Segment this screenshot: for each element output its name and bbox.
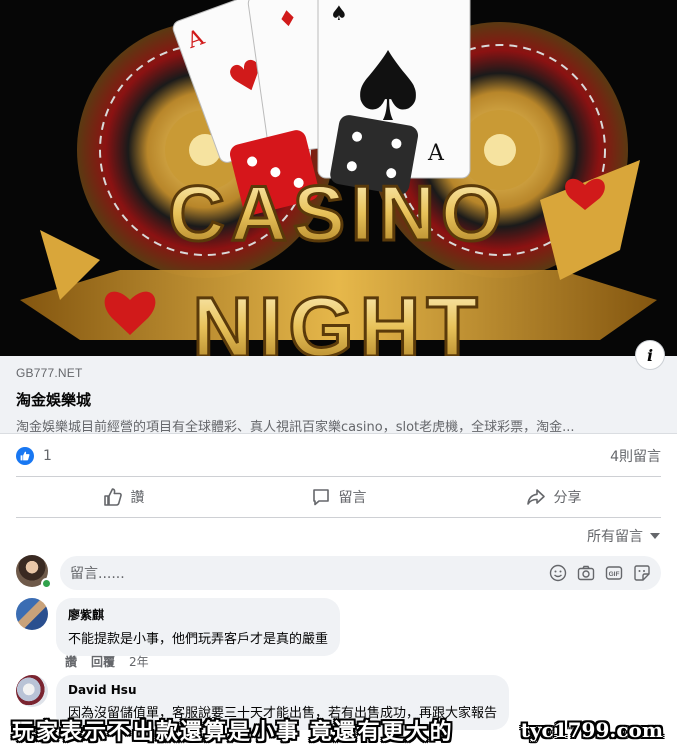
comment-like-link[interactable]: 讚 bbox=[65, 653, 77, 670]
svg-text:♦: ♦ bbox=[276, 6, 299, 34]
emoji-icon[interactable] bbox=[549, 564, 567, 582]
share-button-label: 分享 bbox=[553, 490, 582, 506]
like-button-label: 讚 bbox=[130, 490, 145, 506]
share-icon bbox=[526, 489, 545, 505]
like-button[interactable]: 讚 bbox=[16, 478, 231, 516]
comment-input[interactable]: 留言...... GIF bbox=[60, 556, 661, 590]
comment-meta: 讚 回覆 2年 bbox=[65, 653, 149, 670]
online-status-dot bbox=[41, 578, 52, 589]
banner-line1-text: CASINO bbox=[168, 169, 507, 257]
camera-icon[interactable] bbox=[577, 564, 595, 582]
avatar[interactable] bbox=[16, 675, 48, 707]
svg-text:GIF: GIF bbox=[609, 571, 620, 578]
comment-button-label: 留言 bbox=[338, 490, 367, 506]
banner-line2-text: NIGHT bbox=[192, 280, 483, 356]
gif-icon[interactable]: GIF bbox=[605, 564, 623, 582]
comment-reply-link[interactable]: 回覆 bbox=[91, 653, 115, 670]
watermark: tyc1799.com bbox=[520, 718, 663, 742]
casino-night-artwork: A ♥ ♦ ♠ ♠ A CASINO NIGHT bbox=[0, 0, 677, 356]
comment-author[interactable]: David Hsu bbox=[68, 683, 497, 697]
link-title[interactable]: 淘金娛樂城 bbox=[16, 389, 661, 410]
like-icon bbox=[103, 488, 122, 506]
comment-composer: 留言...... GIF bbox=[16, 555, 661, 591]
comment-sort-dropdown[interactable]: 所有留言 bbox=[587, 526, 661, 546]
reactions-bar: 1 4則留言 bbox=[16, 444, 661, 468]
link-preview[interactable]: GB777.NET 淘金娛樂城 淘金娛樂城目前經營的項目有全球體彩、真人視訊百家… bbox=[0, 356, 677, 435]
chevron-down-icon bbox=[650, 533, 660, 539]
comment-input-placeholder: 留言...... bbox=[70, 566, 125, 582]
like-reaction-icon[interactable] bbox=[16, 447, 34, 465]
divider bbox=[16, 517, 661, 518]
svg-text:♠: ♠ bbox=[330, 1, 348, 25]
comment-bubble: 廖紫麒 不能提款是小事，他們玩弄客戶才是真的嚴重 bbox=[56, 598, 341, 656]
video-caption: 玩家表示不出款還算是小事 竟還有更大的 bbox=[12, 719, 454, 745]
link-domain: GB777.NET bbox=[16, 366, 83, 380]
link-description: 淘金娛樂城目前經營的項目有全球體彩、真人視訊百家樂casino，slot老虎機，… bbox=[16, 420, 575, 435]
action-bar: 讚 留言 分享 bbox=[16, 478, 661, 516]
comment-author[interactable]: 廖紫麒 bbox=[68, 606, 328, 623]
sticker-icon[interactable] bbox=[633, 564, 651, 582]
comment-icon bbox=[312, 489, 329, 506]
info-icon[interactable]: i bbox=[635, 340, 665, 370]
comment-text: 不能提款是小事，他們玩弄客戶才是真的嚴重 bbox=[68, 632, 329, 647]
sort-label: 所有留言 bbox=[587, 529, 643, 545]
comment-item: 廖紫麒 不能提款是小事，他們玩弄客戶才是真的嚴重 bbox=[16, 598, 341, 656]
comment-count[interactable]: 4則留言 bbox=[610, 446, 661, 466]
avatar[interactable] bbox=[16, 598, 48, 630]
comment-button[interactable]: 留言 bbox=[231, 478, 446, 516]
casino-night-image[interactable]: A ♥ ♦ ♠ ♠ A CASINO NIGHT bbox=[0, 0, 677, 356]
share-button[interactable]: 分享 bbox=[446, 478, 661, 516]
divider bbox=[16, 476, 661, 477]
like-count[interactable]: 1 bbox=[43, 448, 52, 464]
comment-timestamp[interactable]: 2年 bbox=[129, 653, 149, 670]
svg-text:A: A bbox=[427, 141, 445, 166]
current-user-avatar-wrap bbox=[16, 555, 52, 591]
